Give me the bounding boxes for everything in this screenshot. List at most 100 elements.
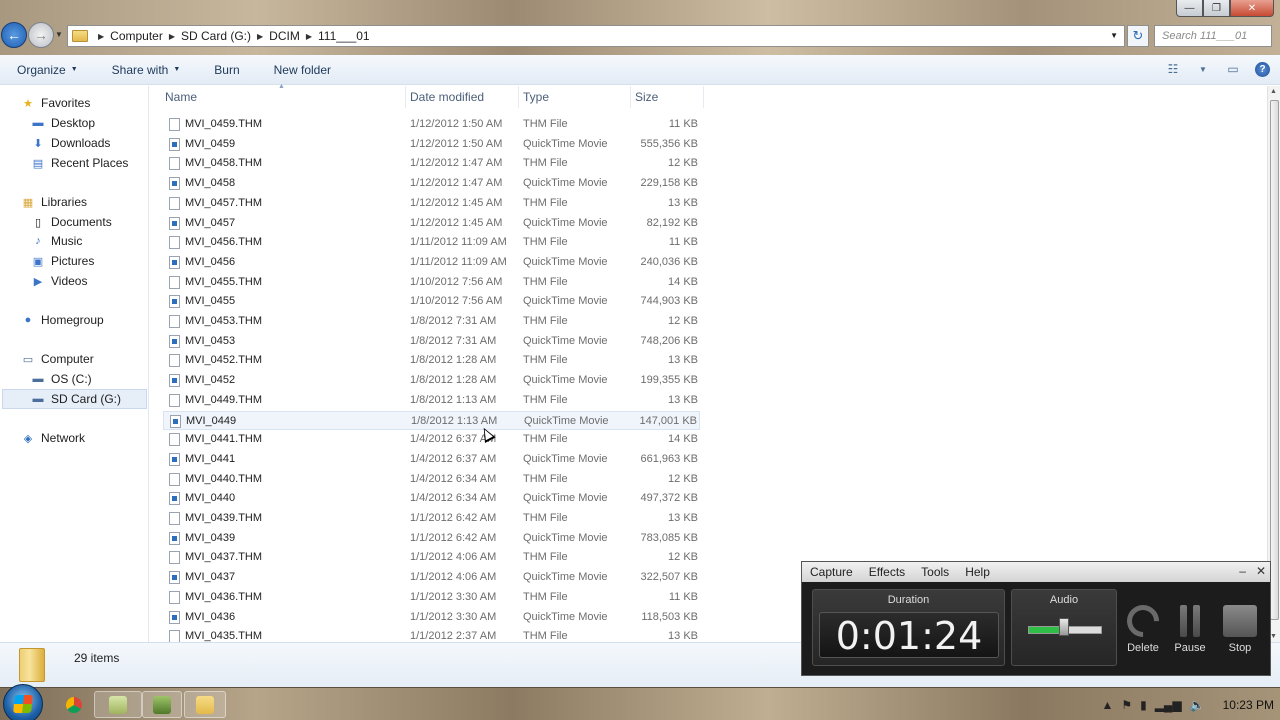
back-button[interactable]: ← xyxy=(1,22,27,48)
close-button[interactable]: ✕ xyxy=(1230,0,1274,17)
breadcrumb-computer[interactable]: Computer xyxy=(110,29,163,43)
show-hidden-icons[interactable]: ▲ xyxy=(1101,698,1113,712)
forward-button[interactable]: → xyxy=(28,22,54,48)
search-input[interactable]: Search 111___01 xyxy=(1154,25,1272,47)
taskbar-notepad[interactable] xyxy=(94,691,142,718)
file-row[interactable]: MVI_0458.THM 1/12/2012 1:47 AM THM File 12 … xyxy=(163,154,700,173)
column-size[interactable]: Size xyxy=(635,90,658,104)
nav-music[interactable]: ♪ Music xyxy=(30,234,82,248)
address-bar[interactable]: ▶ Computer ▶ SD Card (G:) ▶ DCIM ▶ 111__… xyxy=(67,25,1125,47)
file-row[interactable]: MVI_0459 1/12/2012 1:50 AM QuickTime Movie… xyxy=(163,135,700,154)
minimize-button[interactable]: — xyxy=(1176,0,1203,17)
menu-capture[interactable]: Capture xyxy=(802,565,861,579)
file-size: 147,001 KB xyxy=(639,414,698,427)
nav-computer[interactable]: ▭ Computer xyxy=(20,352,94,366)
file-row[interactable]: MVI_0436 1/1/2012 3:30 AM QuickTime Movie 1… xyxy=(163,608,700,627)
file-row[interactable]: MVI_0440.THM 1/4/2012 6:34 AM THM File 12 K… xyxy=(163,470,700,489)
volume-icon[interactable]: 🔈 xyxy=(1190,698,1205,712)
file-row[interactable]: MVI_0455.THM 1/10/2012 7:56 AM THM File 14 … xyxy=(163,273,700,292)
nav-pictures[interactable]: ▣ Pictures xyxy=(30,254,95,268)
file-row[interactable]: MVI_0440 1/4/2012 6:34 AM QuickTime Movie 4… xyxy=(163,489,700,508)
new-folder-button[interactable]: New folder xyxy=(257,63,348,77)
address-dropdown-icon[interactable]: ▼ xyxy=(1110,31,1118,40)
recent-pages-dropdown-icon[interactable]: ▼ xyxy=(55,30,63,39)
file-size: 240,036 KB xyxy=(640,255,699,268)
file-row[interactable]: MVI_0456.THM 1/11/2012 11:09 AM THM File 11… xyxy=(163,233,700,252)
scrollbar-thumb[interactable] xyxy=(1270,100,1279,620)
clock[interactable]: 10:23 PM xyxy=(1223,698,1274,712)
stop-button[interactable]: Stop xyxy=(1218,602,1262,654)
nav-homegroup[interactable]: ● Homegroup xyxy=(20,313,104,327)
nav-desktop[interactable]: ▬ Desktop xyxy=(30,116,96,130)
nav-libraries[interactable]: ▦ Libraries xyxy=(20,195,87,209)
downloads-icon: ⬇ xyxy=(33,137,43,150)
file-row[interactable]: MVI_0452 1/8/2012 1:28 AM QuickTime Movie 1… xyxy=(163,371,700,390)
burn-button[interactable]: Burn xyxy=(197,63,256,77)
change-view-icon[interactable]: ☷ xyxy=(1165,61,1181,77)
file-row[interactable]: MVI_0437 1/1/2012 4:06 AM QuickTime Movie 3… xyxy=(163,568,700,587)
column-divider[interactable] xyxy=(630,86,631,108)
taskbar-explorer[interactable] xyxy=(184,691,226,718)
nav-os-drive[interactable]: ▬ OS (C:) xyxy=(30,372,92,386)
file-row[interactable]: MVI_0441 1/4/2012 6:37 AM QuickTime Movie 6… xyxy=(163,450,700,469)
taskbar-chrome[interactable] xyxy=(50,691,98,718)
pictures-icon: ▣ xyxy=(32,255,44,268)
vertical-scrollbar[interactable]: ▲ ▼ xyxy=(1267,86,1280,642)
organize-button[interactable]: Organize ▼ xyxy=(0,63,95,77)
refresh-button[interactable]: ↻ xyxy=(1127,25,1149,47)
nav-documents[interactable]: ▯ Documents xyxy=(30,215,112,229)
nav-sd-card[interactable]: ▬ SD Card (G:) xyxy=(2,389,147,409)
file-row[interactable]: MVI_0453 1/8/2012 7:31 AM QuickTime Movie 7… xyxy=(163,332,700,351)
nav-network[interactable]: ◈ Network xyxy=(20,431,85,445)
file-row[interactable]: MVI_0457 1/12/2012 1:45 AM QuickTime Movie… xyxy=(163,214,700,233)
start-button[interactable] xyxy=(3,684,43,720)
file-type: THM File xyxy=(523,512,568,524)
file-row[interactable]: MVI_0437.THM 1/1/2012 4:06 AM THM File 12 K… xyxy=(163,548,700,567)
file-row[interactable]: MVI_0449.THM 1/8/2012 1:13 AM THM File 13 K… xyxy=(163,391,700,410)
file-row[interactable]: MVI_0441.THM 1/4/2012 6:37 AM THM File 14 K… xyxy=(163,430,700,449)
nav-favorites[interactable]: ★ Favorites xyxy=(20,96,90,110)
preview-pane-icon[interactable]: ▭ xyxy=(1225,61,1241,77)
file-row[interactable]: MVI_0439 1/1/2012 6:42 AM QuickTime Movie 7… xyxy=(163,529,700,548)
nav-videos[interactable]: ▶ Videos xyxy=(30,274,88,288)
nav-downloads[interactable]: ⬇ Downloads xyxy=(30,136,110,150)
menu-help[interactable]: Help xyxy=(957,565,998,579)
breadcrumb-sd-card[interactable]: SD Card (G:) xyxy=(181,29,251,43)
file-row[interactable]: MVI_0453.THM 1/8/2012 7:31 AM THM File 12 K… xyxy=(163,312,700,331)
taskbar-capture-app[interactable] xyxy=(142,691,182,718)
column-name[interactable]: Name xyxy=(165,90,197,104)
file-row[interactable]: MVI_0452.THM 1/8/2012 1:28 AM THM File 13 K… xyxy=(163,351,700,370)
capture-close-button[interactable]: ✕ xyxy=(1256,564,1266,578)
menu-tools[interactable]: Tools xyxy=(913,565,957,579)
file-row[interactable]: MVI_0458 1/12/2012 1:47 AM QuickTime Movie… xyxy=(163,174,700,193)
pause-button[interactable]: Pause xyxy=(1168,602,1212,654)
nav-recent-places[interactable]: ▤ Recent Places xyxy=(30,156,129,170)
column-divider[interactable] xyxy=(518,86,519,108)
file-row[interactable]: MVI_0457.THM 1/12/2012 1:45 AM THM File 13 … xyxy=(163,194,700,213)
scroll-up-icon[interactable]: ▲ xyxy=(1270,88,1277,95)
breadcrumb-dcim[interactable]: DCIM xyxy=(269,29,300,43)
file-row[interactable]: MVI_0459.THM 1/12/2012 1:50 AM THM File 11 … xyxy=(163,115,700,134)
delete-button[interactable]: Delete xyxy=(1120,598,1166,654)
battery-icon[interactable]: ▮ xyxy=(1140,698,1147,712)
help-icon[interactable]: ? xyxy=(1255,61,1270,77)
action-center-flag-icon[interactable]: ⚑ xyxy=(1121,698,1132,712)
file-row[interactable]: MVI_0436.THM 1/1/2012 3:30 AM THM File 11 K… xyxy=(163,588,700,607)
audio-slider-thumb[interactable] xyxy=(1058,618,1069,636)
view-options-dropdown-icon[interactable]: ▼ xyxy=(1195,61,1211,77)
maximize-button[interactable]: ❐ xyxy=(1203,0,1230,17)
column-date-modified[interactable]: Date modified xyxy=(410,90,484,104)
breadcrumb-current-folder[interactable]: 111___01 xyxy=(318,29,370,43)
menu-effects[interactable]: Effects xyxy=(861,565,913,579)
column-divider[interactable] xyxy=(405,86,406,108)
file-row[interactable]: MVI_0449 1/8/2012 1:13 AM QuickTime Movie 1… xyxy=(163,410,700,430)
file-row[interactable]: MVI_0456 1/11/2012 11:09 AM QuickTime Movi… xyxy=(163,253,700,272)
network-signal-icon[interactable]: ▂▄▆ xyxy=(1155,698,1182,712)
column-divider[interactable] xyxy=(703,86,704,108)
file-row[interactable]: MVI_0455 1/10/2012 7:56 AM QuickTime Movie… xyxy=(163,292,700,311)
file-row[interactable]: MVI_0439.THM 1/1/2012 6:42 AM THM File 13 K… xyxy=(163,509,700,528)
capture-minimize-button[interactable]: – xyxy=(1239,564,1246,578)
column-type[interactable]: Type xyxy=(523,90,549,104)
scroll-down-icon[interactable]: ▼ xyxy=(1270,633,1277,640)
share-with-button[interactable]: Share with ▼ xyxy=(95,63,198,77)
